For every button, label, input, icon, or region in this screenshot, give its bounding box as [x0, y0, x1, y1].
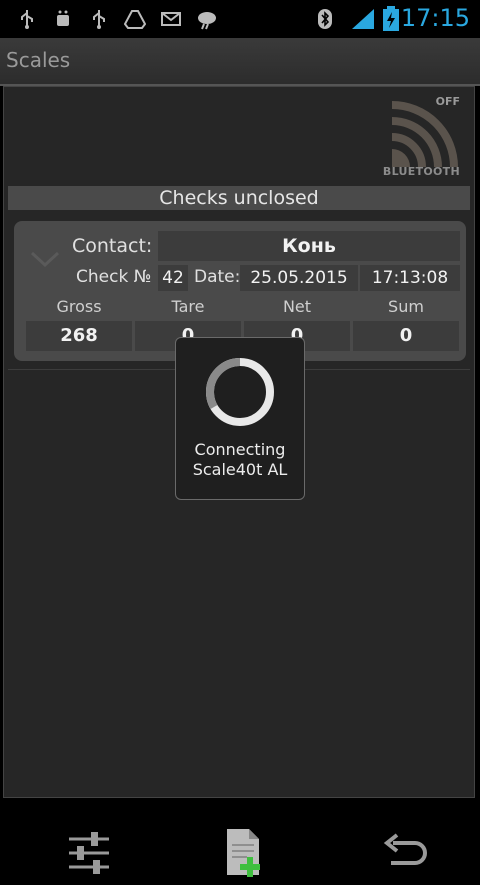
section-title: Checks unclosed: [8, 186, 470, 210]
date-field: 25.05.2015: [240, 265, 358, 291]
contact-field[interactable]: Конь: [158, 231, 460, 261]
time-field: 17:13:08: [360, 265, 460, 291]
bluetooth-icon: [318, 9, 332, 29]
sum-value: 0: [353, 321, 459, 351]
app-title: Scales: [6, 48, 71, 72]
android-debug-icon: [57, 10, 69, 26]
clock-time: 17:15: [400, 4, 470, 32]
add-document-icon[interactable]: [217, 827, 269, 879]
check-number-label: Check №: [76, 267, 152, 287]
gross-value: 268: [26, 321, 132, 351]
dialog-line-2: Scale40t AL: [192, 460, 288, 479]
tare-header: Tare: [171, 297, 205, 316]
gross-header: Gross: [56, 297, 102, 316]
sum-header: Sum: [388, 297, 424, 316]
dialog-message: Connecting Scale40t AL: [176, 440, 304, 480]
usb-icon: [93, 10, 105, 29]
signal-icon: [352, 9, 374, 29]
dialog-line-1: Connecting: [194, 440, 286, 459]
mail-icon: [161, 12, 181, 26]
settings-sliders-icon[interactable]: [63, 827, 115, 879]
net-header: Net: [282, 297, 312, 316]
date-label: Date:: [194, 267, 241, 287]
undo-icon[interactable]: [377, 827, 429, 879]
usb-icon: [21, 10, 33, 29]
connecting-dialog: Connecting Scale40t AL: [175, 337, 305, 500]
loading-spinner-icon: [206, 358, 274, 426]
contact-label: Contact:: [72, 235, 153, 257]
action-bar: Scales: [0, 38, 480, 86]
weather-icon: [198, 12, 216, 30]
bottom-toolbar: [7, 827, 479, 885]
drive-icon: [124, 10, 146, 29]
bluetooth-label: BLUETOOTH: [382, 165, 460, 178]
chevron-down-icon[interactable]: [30, 249, 60, 269]
battery-charging-icon: [383, 6, 399, 31]
status-bar: 17:15: [0, 0, 480, 38]
check-number-field: 42: [158, 265, 188, 291]
